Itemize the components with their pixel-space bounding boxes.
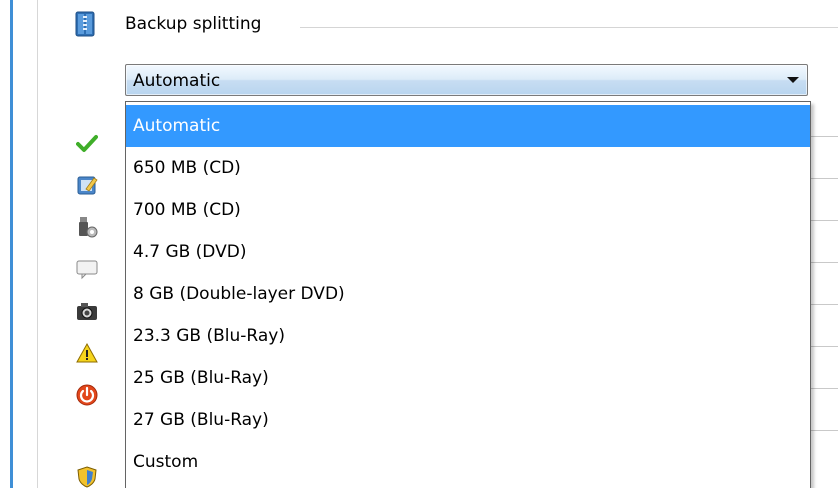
dropdown-option-27gb-blu-ray[interactable]: 27 GB (Blu-Ray)	[126, 399, 810, 441]
backup-splitting-combobox[interactable]: Automatic	[125, 64, 808, 96]
chevron-down-icon[interactable]	[787, 77, 799, 83]
dropdown-option-700mb-cd[interactable]: 700 MB (CD)	[126, 189, 810, 231]
dropdown-option-650mb-cd[interactable]: 650 MB (CD)	[126, 147, 810, 189]
left-panel-border	[10, 0, 13, 488]
shield-icon	[77, 466, 97, 488]
dropdown-option-custom[interactable]: Custom	[126, 441, 810, 483]
archive-icon	[75, 11, 95, 37]
dropdown-option-23-3gb-blu-ray[interactable]: 23.3 GB (Blu-Ray)	[126, 315, 810, 357]
usb-gear-icon	[79, 217, 98, 238]
edit-document-icon	[77, 176, 98, 195]
combobox-selected-value: Automatic	[133, 71, 221, 91]
dropdown-option-25gb-blu-ray[interactable]: 25 GB (Blu-Ray)	[126, 357, 810, 399]
section-divider	[300, 27, 838, 28]
comment-icon	[76, 260, 98, 280]
power-icon	[76, 384, 98, 406]
warning-icon	[76, 342, 98, 363]
backup-splitting-dropdown-list[interactable]: Automatic 650 MB (CD) 700 MB (CD) 4.7 GB…	[125, 101, 811, 488]
checkmark-icon	[76, 135, 98, 152]
dropdown-option-4-7gb-dvd[interactable]: 4.7 GB (DVD)	[126, 231, 810, 273]
camera-icon	[77, 303, 97, 320]
dropdown-option-8gb-double-layer-dvd[interactable]: 8 GB (Double-layer DVD)	[126, 273, 810, 315]
section-title: Backup splitting	[125, 14, 262, 34]
dropdown-option-automatic[interactable]: Automatic	[126, 105, 810, 147]
left-panel-divider	[37, 0, 38, 488]
